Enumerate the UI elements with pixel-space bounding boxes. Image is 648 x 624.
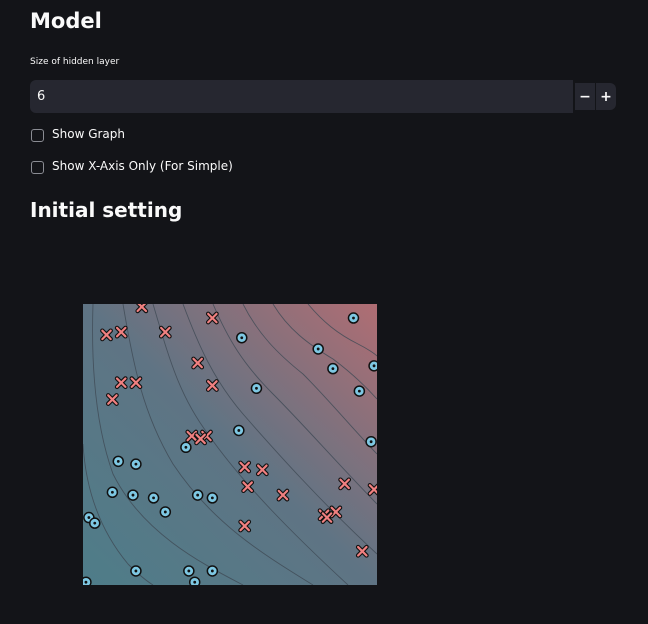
show-graph-option[interactable]: Show Graph: [31, 126, 125, 142]
circle-point: [365, 435, 377, 448]
circle-point: [353, 385, 366, 397]
circle-point: [83, 576, 92, 585]
cross-point: [114, 325, 128, 339]
circle-point: [130, 458, 142, 470]
circle-point: [183, 565, 195, 577]
circle-point: [206, 492, 219, 504]
increment-button[interactable]: +: [596, 83, 616, 110]
circle-point: [188, 576, 201, 585]
hidden-layer-value-field[interactable]: 6: [30, 80, 573, 113]
show-x-axis-label: Show X-Axis Only (For Simple): [52, 159, 233, 173]
circle-point: [236, 331, 248, 344]
cross-point: [355, 544, 369, 558]
circle-point: [347, 312, 360, 324]
circle-point: [368, 360, 377, 372]
cross-point: [205, 379, 219, 392]
show-graph-checkbox[interactable]: [31, 129, 44, 142]
circle-point: [89, 517, 101, 529]
decision-boundary-plot: [83, 304, 377, 585]
circle-point: [250, 382, 263, 395]
cross-point: [238, 519, 252, 533]
show-graph-label: Show Graph: [52, 127, 126, 141]
circle-point: [233, 424, 245, 437]
circle-point: [312, 343, 324, 355]
plot-background: [83, 304, 377, 585]
circle-point: [106, 486, 119, 499]
circle-point: [206, 565, 219, 577]
hidden-layer-number-input: 6 − +: [30, 80, 616, 113]
circle-point: [159, 506, 172, 518]
cross-point: [255, 463, 269, 477]
cross-point: [276, 488, 290, 502]
app-page: Model Size of hidden layer 6 − + Show Gr…: [0, 0, 648, 624]
cross-point: [106, 393, 119, 406]
cross-point: [320, 511, 334, 524]
circle-point: [191, 489, 204, 501]
hidden-layer-label: Size of hidden layer: [30, 57, 120, 67]
cross-point: [238, 460, 252, 474]
cross-point: [100, 328, 113, 342]
initial-setting-heading: Initial setting: [30, 198, 183, 222]
decrement-button[interactable]: −: [575, 83, 595, 110]
cross-point: [241, 480, 255, 494]
cross-point: [205, 311, 219, 325]
circle-point: [180, 441, 192, 454]
circle-point: [112, 455, 125, 468]
model-heading: Model: [30, 9, 102, 33]
cross-point: [338, 477, 352, 491]
cross-point: [158, 325, 172, 339]
show-x-axis-checkbox[interactable]: [31, 161, 44, 174]
circle-point: [327, 362, 339, 375]
show-x-axis-option[interactable]: Show X-Axis Only (For Simple): [31, 158, 233, 174]
cross-point: [191, 356, 205, 370]
cross-point: [129, 376, 143, 390]
circle-point: [127, 489, 139, 501]
cross-point: [194, 432, 207, 446]
cross-point: [114, 376, 128, 390]
circle-point: [130, 565, 142, 577]
circle-point: [147, 492, 160, 504]
